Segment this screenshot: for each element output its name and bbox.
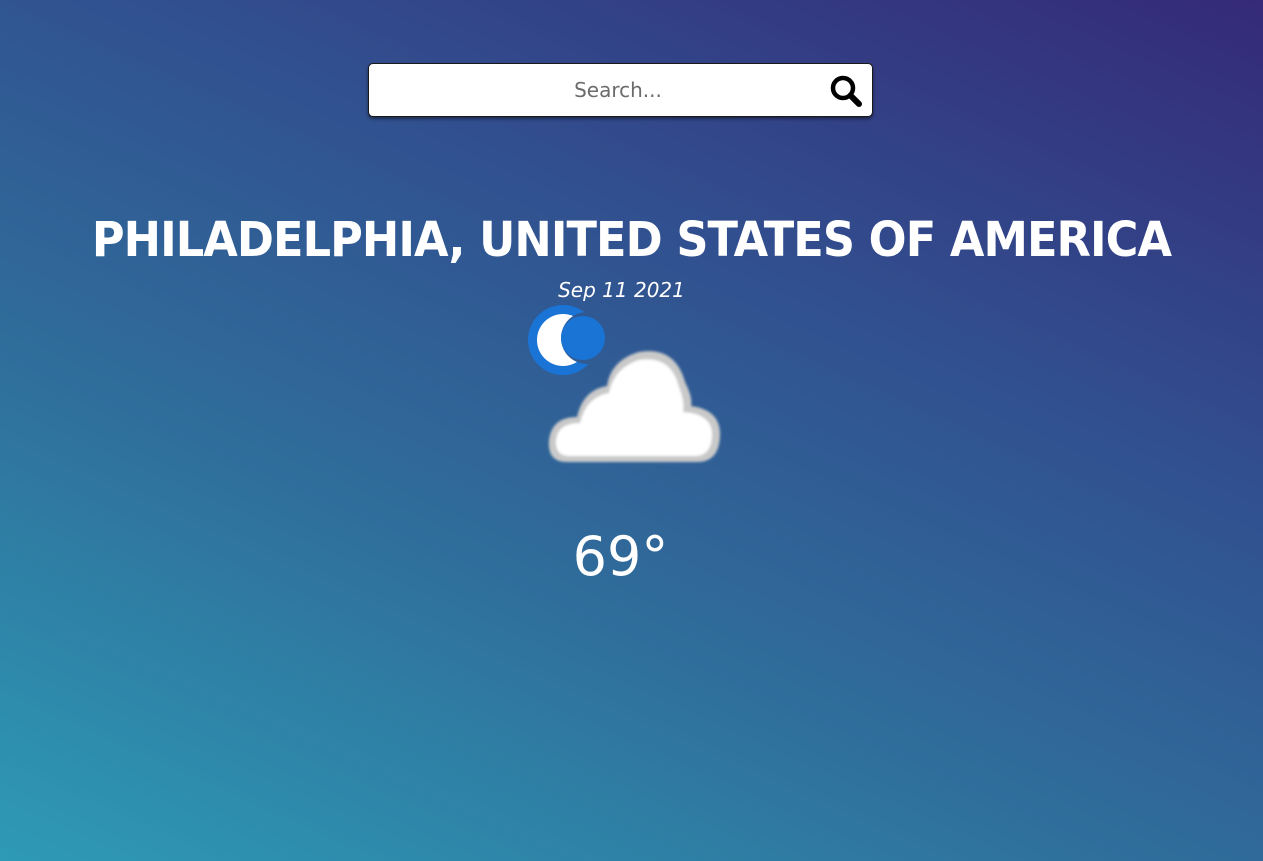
search-input[interactable] <box>369 64 809 116</box>
moon-cloud-icon <box>528 305 721 462</box>
search-bar <box>368 63 873 117</box>
search-icon <box>830 75 862 107</box>
search-button[interactable] <box>828 73 864 109</box>
date-text: Sep 11 2021 <box>558 278 685 302</box>
city-title: PHILADELPHIA, UNITED STATES OF AMERICA <box>91 212 1172 268</box>
temperature: 69° <box>572 525 669 588</box>
